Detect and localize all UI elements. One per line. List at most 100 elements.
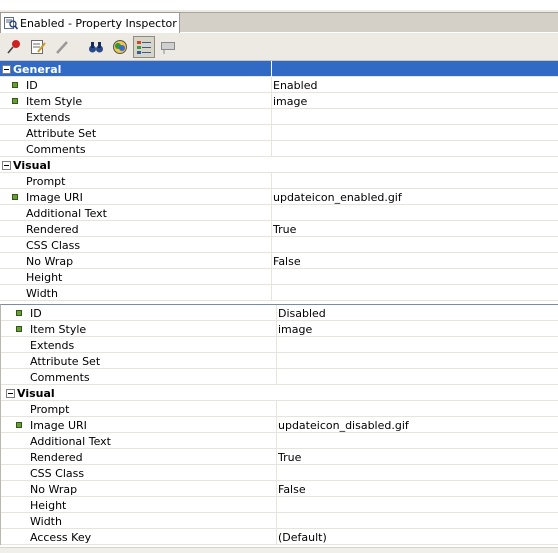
property-row-comments[interactable]: Comments xyxy=(0,141,558,157)
category-visual[interactable]: Visual xyxy=(1,385,558,401)
bottom-edge xyxy=(0,547,558,553)
property-row-css-class[interactable]: CSS Class xyxy=(0,237,558,253)
property-label: Attribute Set xyxy=(26,126,97,140)
property-value[interactable]: updateicon_disabled.gif xyxy=(276,417,409,433)
property-value[interactable]: image xyxy=(276,321,312,337)
property-row-comments[interactable]: Comments xyxy=(1,369,558,385)
property-value[interactable]: (Default) xyxy=(276,529,327,545)
category-label: Visual xyxy=(17,386,55,400)
property-value[interactable] xyxy=(271,205,273,221)
required-bullet-icon xyxy=(16,310,22,316)
toolbar xyxy=(0,33,558,61)
property-label: CSS Class xyxy=(30,466,85,480)
property-row-attribute-set[interactable]: Attribute Set xyxy=(0,125,558,141)
category-visual[interactable]: Visual xyxy=(0,157,558,173)
collapse-icon[interactable] xyxy=(2,64,11,74)
property-row-no-wrap[interactable]: No Wrap False xyxy=(0,253,558,269)
property-label: Attribute Set xyxy=(30,354,101,368)
property-value[interactable]: False xyxy=(271,253,301,269)
property-label: Width xyxy=(30,514,62,528)
property-value[interactable] xyxy=(276,337,278,353)
property-grid-enabled: General ID Enabled Item Style image Exte… xyxy=(0,61,558,301)
property-name: Item Style xyxy=(1,321,86,337)
property-name: Image URI xyxy=(1,417,87,433)
property-row-additional-text[interactable]: Additional Text xyxy=(0,205,558,221)
property-value[interactable] xyxy=(276,369,278,385)
property-value[interactable] xyxy=(276,401,278,417)
description-icon[interactable] xyxy=(157,36,179,58)
property-value[interactable]: updateicon_enabled.gif xyxy=(271,189,402,205)
property-value[interactable]: True xyxy=(276,449,301,465)
property-row-prompt[interactable]: Prompt xyxy=(0,173,558,189)
property-value[interactable] xyxy=(271,141,273,157)
property-row-image-uri[interactable]: Image URI updateicon_disabled.gif xyxy=(1,417,558,433)
property-row-extends[interactable]: Extends xyxy=(1,337,558,353)
required-bullet-icon xyxy=(16,326,22,332)
property-value[interactable] xyxy=(276,513,278,529)
property-row-css-class[interactable]: CSS Class xyxy=(1,465,558,481)
pencil-icon[interactable] xyxy=(51,36,73,58)
property-value[interactable]: True xyxy=(271,221,296,237)
property-value[interactable] xyxy=(271,109,273,125)
property-label: Item Style xyxy=(30,322,87,336)
category-label: General xyxy=(13,62,62,76)
required-bullet-icon xyxy=(16,422,22,428)
property-label: Width xyxy=(26,286,58,300)
category-label: Visual xyxy=(13,158,51,172)
pin-icon[interactable] xyxy=(3,36,25,58)
property-row-item-style[interactable]: Item Style image xyxy=(0,93,558,109)
property-label: ID xyxy=(26,78,38,92)
find-binoculars-icon[interactable] xyxy=(85,36,107,58)
property-row-item-style[interactable]: Item Style image xyxy=(1,321,558,337)
property-row-access-key[interactable]: Access Key (Default) xyxy=(1,529,558,545)
edit-properties-icon[interactable] xyxy=(27,36,49,58)
property-value[interactable] xyxy=(271,125,273,141)
property-label: Image URI xyxy=(30,418,87,432)
property-value[interactable] xyxy=(276,433,278,449)
property-value[interactable]: image xyxy=(271,93,307,109)
property-inspector-icon xyxy=(4,16,19,30)
property-label: Prompt xyxy=(30,402,70,416)
tab-title: Enabled - Property Inspector xyxy=(20,16,177,30)
property-row-width[interactable]: Width xyxy=(0,285,558,301)
category-general[interactable]: General xyxy=(0,61,558,77)
collapse-icon[interactable] xyxy=(2,160,11,170)
property-label: Height xyxy=(30,498,67,512)
property-value[interactable]: Enabled xyxy=(271,77,317,93)
property-value[interactable]: False xyxy=(276,481,306,497)
property-row-rendered[interactable]: Rendered True xyxy=(0,221,558,237)
property-label: No Wrap xyxy=(30,482,78,496)
property-value[interactable]: Disabled xyxy=(276,305,326,321)
property-value[interactable] xyxy=(271,237,273,253)
tab-property-inspector[interactable]: Enabled - Property Inspector xyxy=(0,12,180,33)
property-name: ID xyxy=(1,305,42,321)
property-row-extends[interactable]: Extends xyxy=(0,109,558,125)
property-value[interactable] xyxy=(276,465,278,481)
property-name: Item Style xyxy=(0,93,82,109)
property-row-width[interactable]: Width xyxy=(1,513,558,529)
property-value[interactable] xyxy=(276,353,278,369)
property-row-prompt[interactable]: Prompt xyxy=(1,401,558,417)
color-palette-icon[interactable] xyxy=(109,36,131,58)
property-label: Extends xyxy=(30,338,75,352)
property-row-id[interactable]: ID Disabled xyxy=(1,305,558,321)
property-row-id[interactable]: ID Enabled xyxy=(0,77,558,93)
property-label: Extends xyxy=(26,110,71,124)
property-row-height[interactable]: Height xyxy=(1,497,558,513)
property-label: Additional Text xyxy=(26,206,107,220)
property-value[interactable] xyxy=(271,285,273,301)
property-label: Prompt xyxy=(26,174,66,188)
property-row-attribute-set[interactable]: Attribute Set xyxy=(1,353,558,369)
property-value[interactable] xyxy=(271,269,273,285)
property-name: Image URI xyxy=(0,189,83,205)
collapse-icon[interactable] xyxy=(6,388,15,398)
property-value[interactable] xyxy=(271,173,273,189)
property-row-no-wrap[interactable]: No Wrap False xyxy=(1,481,558,497)
property-row-rendered[interactable]: Rendered True xyxy=(1,449,558,465)
property-row-image-uri[interactable]: Image URI updateicon_enabled.gif xyxy=(0,189,558,205)
category-header: General xyxy=(0,61,61,77)
property-value[interactable] xyxy=(276,497,278,513)
categorized-view-icon[interactable] xyxy=(133,35,155,58)
property-row-additional-text[interactable]: Additional Text xyxy=(1,433,558,449)
property-row-height[interactable]: Height xyxy=(0,269,558,285)
